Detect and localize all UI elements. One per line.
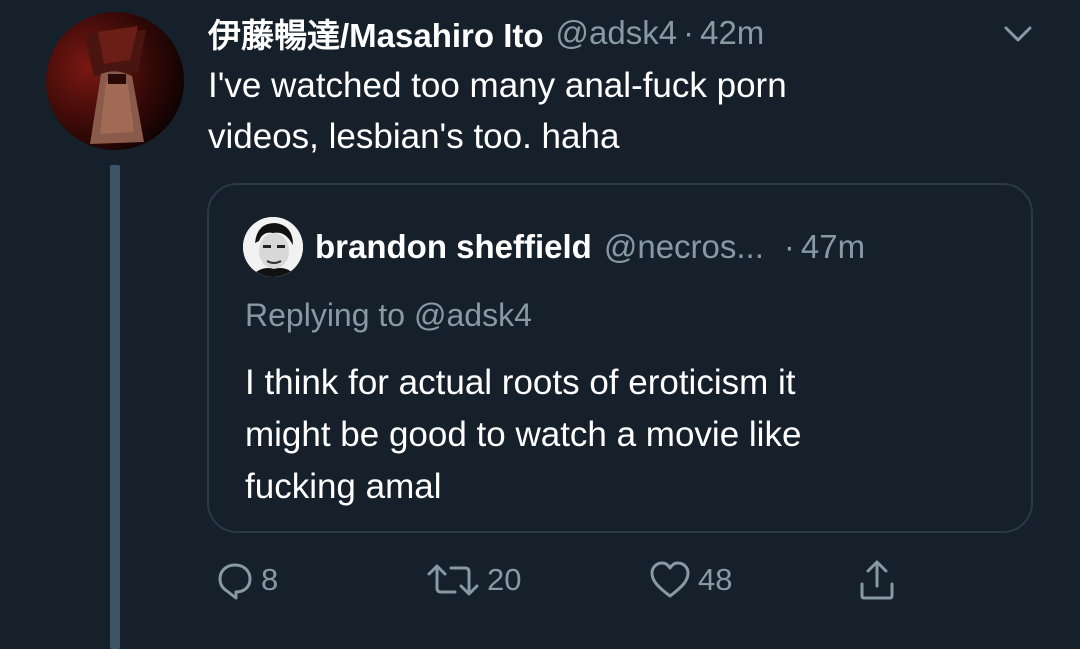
author-avatar[interactable]: [46, 12, 184, 150]
tweet-text: I've watched too many anal-fuck porn vid…: [208, 60, 1008, 162]
reply-count: 8: [261, 562, 279, 597]
tweet-text-line: videos, lesbian's too. haha: [208, 117, 620, 156]
replying-to: Replying to @adsk4: [245, 297, 532, 333]
quoted-author-avatar[interactable]: [243, 217, 303, 277]
retweet-count: 20: [487, 562, 522, 597]
quoted-author-handle[interactable]: @necros...: [604, 228, 764, 266]
quoted-author-name[interactable]: brandon sheffield: [315, 228, 592, 266]
tweet-text-line: I've watched too many anal-fuck porn: [208, 66, 787, 105]
author-name[interactable]: 伊藤暢達/Masahiro Ito: [208, 9, 544, 57]
author-handle[interactable]: @adsk4: [556, 14, 678, 52]
header-separator: ·: [683, 14, 695, 51]
chevron-down-icon[interactable]: [1000, 20, 1036, 48]
quoted-author-avatar-image: [243, 217, 303, 277]
reply-button[interactable]: 8: [215, 558, 278, 602]
share-icon: [860, 560, 894, 600]
quoted-tweet-text: I think for actual roots of eroticism it…: [245, 357, 1015, 513]
quoted-header-separator: ·: [783, 228, 795, 265]
quoted-text-line: fucking amal: [245, 467, 442, 506]
retweet-button[interactable]: 20: [425, 558, 521, 602]
thread-line: [110, 165, 120, 649]
heart-icon: [650, 561, 690, 598]
share-button[interactable]: [857, 558, 897, 602]
quoted-tweet-card[interactable]: brandon sheffield @necros... · 47m Reply…: [207, 183, 1033, 533]
quoted-text-line: might be good to watch a movie like: [245, 415, 802, 454]
reply-icon: [218, 563, 252, 600]
quoted-text-line: I think for actual roots of eroticism it: [245, 363, 796, 402]
like-count: 48: [698, 562, 733, 597]
author-avatar-image: [46, 12, 184, 150]
tweet-timestamp[interactable]: 42m: [700, 14, 764, 52]
retweet-icon: [427, 564, 479, 596]
quoted-tweet-timestamp[interactable]: 47m: [801, 228, 865, 266]
tweet-header: 伊藤暢達/Masahiro Ito @adsk4 · 42m: [208, 10, 764, 56]
like-button[interactable]: 48: [648, 558, 732, 602]
quoted-tweet-header: brandon sheffield @necros... · 47m: [315, 225, 865, 269]
